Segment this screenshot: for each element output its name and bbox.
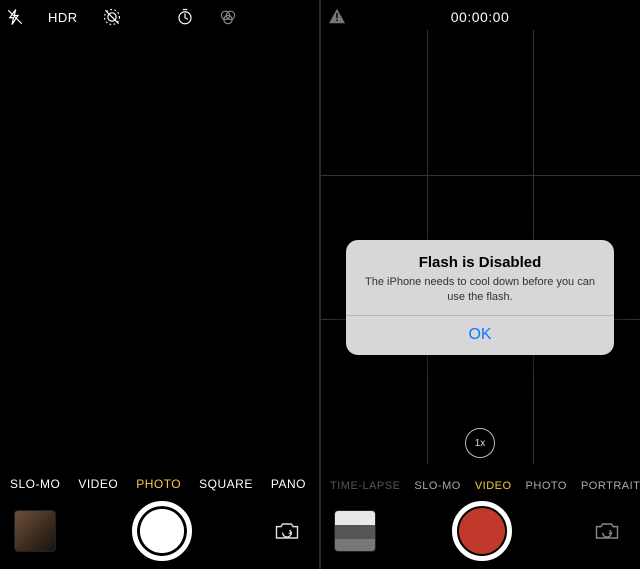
- mode-timelapse[interactable]: TIME-LAPSE: [330, 480, 400, 492]
- grid-line: [320, 175, 640, 176]
- viewfinder[interactable]: [0, 34, 320, 459]
- flash-off-icon[interactable]: [6, 8, 24, 26]
- live-photo-off-icon[interactable]: [102, 7, 122, 27]
- camera-screen-video: 00:00:00 1x Flash is Disabled The iPhone…: [320, 0, 640, 569]
- filters-icon[interactable]: [218, 7, 238, 27]
- alert-dialog: Flash is Disabled The iPhone needs to co…: [346, 240, 614, 355]
- timer-icon[interactable]: [176, 8, 194, 26]
- last-photo-thumbnail[interactable]: [334, 510, 376, 552]
- mode-video[interactable]: VIDEO: [475, 480, 512, 492]
- warning-icon: [328, 8, 346, 24]
- pane-divider: [319, 0, 321, 569]
- last-photo-thumbnail[interactable]: [14, 510, 56, 552]
- mode-photo[interactable]: PHOTO: [136, 477, 181, 491]
- top-bar: HDR: [0, 0, 320, 34]
- hdr-toggle[interactable]: HDR: [48, 10, 78, 25]
- alert-message: The iPhone needs to cool down before you…: [362, 275, 598, 305]
- mode-pano[interactable]: PANO: [271, 477, 306, 491]
- viewfinder[interactable]: 1x Flash is Disabled The iPhone needs to…: [320, 30, 640, 464]
- recording-timer: 00:00:00: [451, 9, 510, 25]
- alert-title: Flash is Disabled: [362, 254, 598, 271]
- alert-ok-button[interactable]: OK: [346, 316, 614, 355]
- switch-camera-button[interactable]: [588, 516, 626, 546]
- bottom-controls: [320, 499, 640, 563]
- mode-slomo[interactable]: SLO-MO: [414, 480, 460, 492]
- mode-selector[interactable]: SLO-MO VIDEO PHOTO SQUARE PANO: [0, 469, 320, 499]
- shutter-button[interactable]: [132, 501, 192, 561]
- camera-screen-photo: HDR SLO-MO VIDEO PH: [0, 0, 320, 569]
- mode-portrait[interactable]: PORTRAIT: [581, 480, 640, 492]
- top-bar: 00:00:00: [320, 0, 640, 34]
- zoom-button[interactable]: 1x: [465, 428, 495, 458]
- switch-camera-button[interactable]: [268, 516, 306, 546]
- mode-slomo[interactable]: SLO-MO: [10, 477, 60, 491]
- mode-photo[interactable]: PHOTO: [526, 480, 567, 492]
- mode-video[interactable]: VIDEO: [78, 477, 118, 491]
- bottom-controls: [0, 499, 320, 563]
- record-button[interactable]: [452, 501, 512, 561]
- mode-selector[interactable]: TIME-LAPSE SLO-MO VIDEO PHOTO PORTRAIT: [320, 471, 640, 501]
- mode-square[interactable]: SQUARE: [199, 477, 253, 491]
